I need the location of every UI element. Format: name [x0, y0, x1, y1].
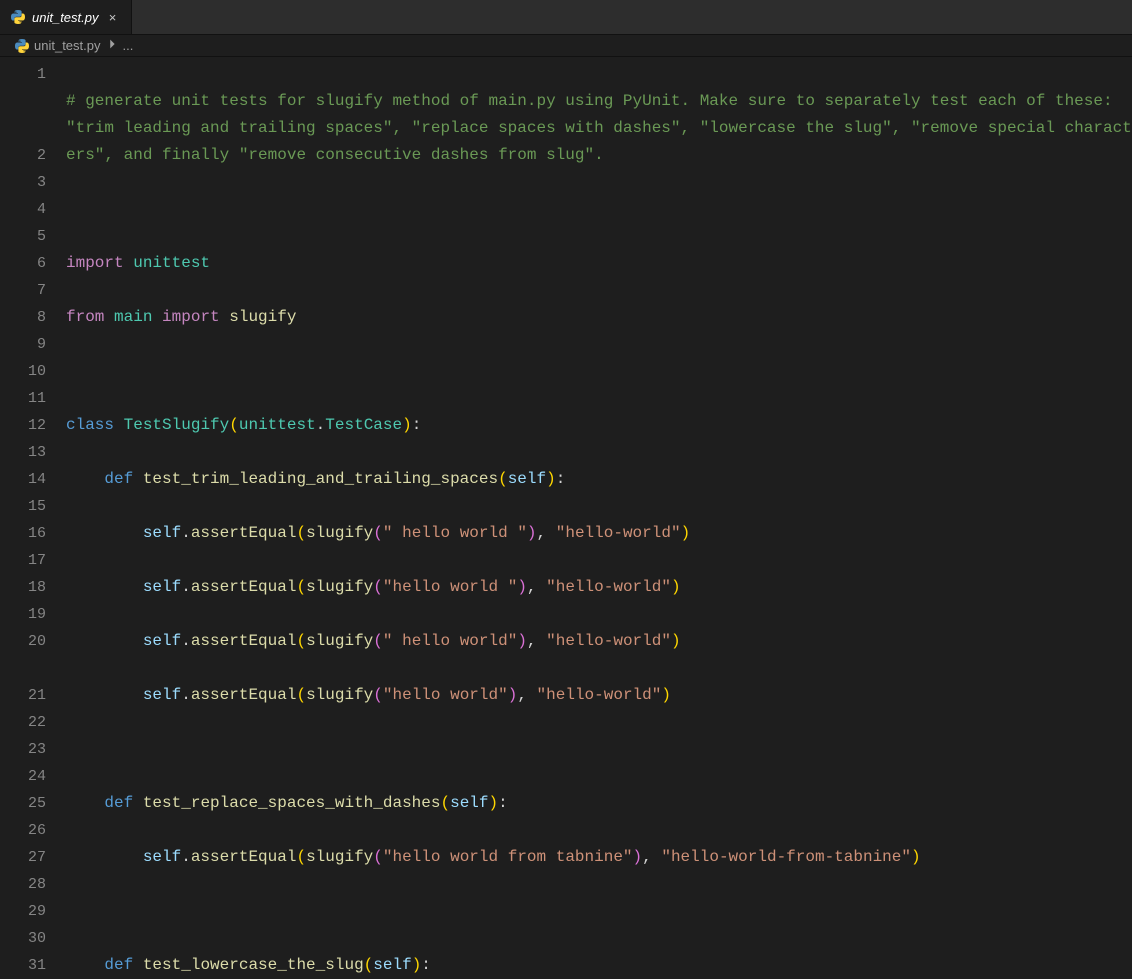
code-line: self.assertEqual(slugify("hello world fr…	[66, 844, 1132, 871]
line-number: 30	[0, 925, 46, 952]
close-icon[interactable]: ×	[105, 10, 121, 25]
line-number: 26	[0, 817, 46, 844]
line-number: 16	[0, 520, 46, 547]
line-number: 5	[0, 223, 46, 250]
breadcrumb-bar[interactable]: unit_test.py ...	[0, 35, 1132, 57]
chevron-right-icon	[105, 37, 119, 54]
line-number: 24	[0, 763, 46, 790]
code-line: self.assertEqual(slugify(" hello world")…	[66, 628, 1132, 655]
python-file-icon	[10, 9, 26, 25]
code-line: # generate unit tests for slugify method…	[66, 88, 1132, 169]
line-number: 11	[0, 385, 46, 412]
code-line	[66, 736, 1132, 763]
breadcrumb-file[interactable]: unit_test.py	[34, 38, 101, 53]
code-line: import unittest	[66, 250, 1132, 277]
tab-label: unit_test.py	[32, 10, 99, 25]
line-number: 4	[0, 196, 46, 223]
tab-bar: unit_test.py ×	[0, 0, 1132, 35]
line-number: 8	[0, 304, 46, 331]
line-number: 1	[0, 61, 46, 142]
breadcrumb-more[interactable]: ...	[123, 38, 134, 53]
line-number-gutter: 1 2 3 4 5 6 7 8 9 10 11 12 13 14 15 16 1…	[0, 61, 66, 979]
line-number: 13	[0, 439, 46, 466]
code-content[interactable]: # generate unit tests for slugify method…	[66, 61, 1132, 979]
code-line	[66, 358, 1132, 385]
line-number: 31	[0, 952, 46, 979]
line-number: 22	[0, 709, 46, 736]
code-line: def test_trim_leading_and_trailing_space…	[66, 466, 1132, 493]
line-number: 6	[0, 250, 46, 277]
code-line: def test_replace_spaces_with_dashes(self…	[66, 790, 1132, 817]
code-line: def test_lowercase_the_slug(self):	[66, 952, 1132, 979]
python-file-icon	[14, 38, 30, 54]
line-number: 10	[0, 358, 46, 385]
code-line: from main import slugify	[66, 304, 1132, 331]
code-line: class TestSlugify(unittest.TestCase):	[66, 412, 1132, 439]
line-number: 21	[0, 682, 46, 709]
line-number: 9	[0, 331, 46, 358]
line-number: 2	[0, 142, 46, 169]
line-number: 15	[0, 493, 46, 520]
line-number: 14	[0, 466, 46, 493]
editor-window: unit_test.py × unit_test.py ... 1 2 3 4 …	[0, 0, 1132, 979]
line-number: 20	[0, 628, 46, 682]
line-number: 27	[0, 844, 46, 871]
code-editor[interactable]: 1 2 3 4 5 6 7 8 9 10 11 12 13 14 15 16 1…	[0, 57, 1132, 979]
line-number: 17	[0, 547, 46, 574]
line-number: 23	[0, 736, 46, 763]
line-number: 7	[0, 277, 46, 304]
code-line: self.assertEqual(slugify("hello world"),…	[66, 682, 1132, 709]
line-number: 29	[0, 898, 46, 925]
line-number: 19	[0, 601, 46, 628]
code-line: self.assertEqual(slugify(" hello world "…	[66, 520, 1132, 547]
line-number: 25	[0, 790, 46, 817]
code-line	[66, 898, 1132, 925]
line-number: 12	[0, 412, 46, 439]
tab-unit-test[interactable]: unit_test.py ×	[0, 0, 132, 34]
line-number: 28	[0, 871, 46, 898]
code-line: self.assertEqual(slugify("hello world ")…	[66, 574, 1132, 601]
line-number: 18	[0, 574, 46, 601]
code-line	[66, 196, 1132, 223]
line-number: 3	[0, 169, 46, 196]
